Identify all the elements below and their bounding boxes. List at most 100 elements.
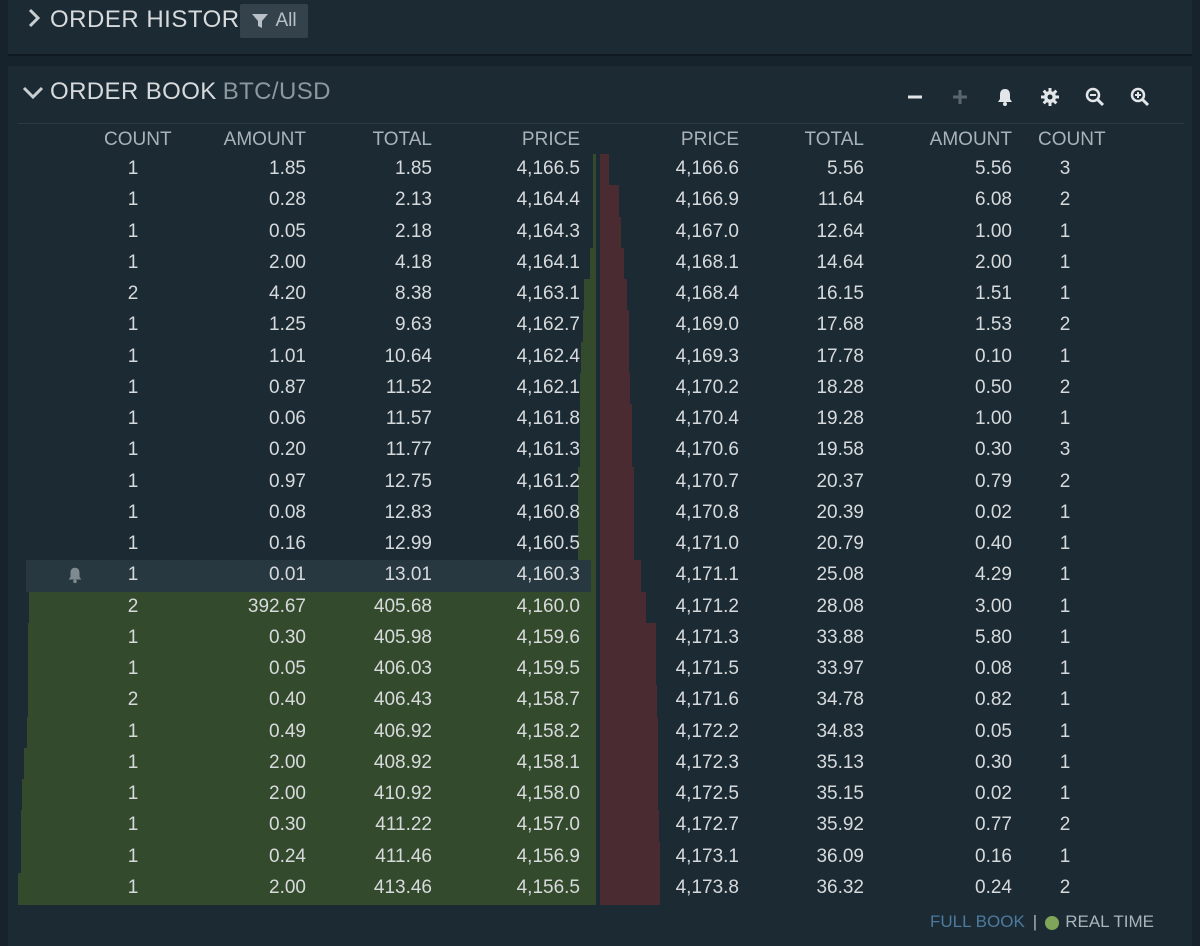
ask-count: 1 <box>1059 658 1071 679</box>
ask-count: 1 <box>1059 626 1071 648</box>
order-book-row[interactable]: 1 0.01 13.01 4,160.3 4,171.1 25.08 4.29 1 <box>8 560 1192 591</box>
order-book-row[interactable]: 1 0.08 12.83 4,160.8 4,170.8 20.39 0.02 1 <box>8 498 1192 529</box>
zoom-out-icon[interactable] <box>1072 84 1117 110</box>
order-book-row[interactable]: 1 0.06 11.57 4,161.8 4,170.4 19.28 1.00 1 <box>8 404 1192 435</box>
bid-total: 410.92 <box>373 783 432 804</box>
ask-amount: 0.16 <box>975 845 1012 867</box>
bid-amount: 0.01 <box>269 564 306 586</box>
header-bid-count: COUNT <box>104 129 172 150</box>
order-book-row[interactable]: 2 0.40 406.43 4,158.7 4,171.6 34.78 0.82 1 <box>8 685 1192 716</box>
bid-total: 11.77 <box>385 439 432 461</box>
ask-total: 36.09 <box>816 845 864 867</box>
order-book-row[interactable]: 1 0.28 2.13 4,164.4 4,166.9 11.64 6.08 2 <box>8 185 1192 216</box>
ask-count: 1 <box>1059 595 1071 617</box>
bid-price: 4,162.7 <box>516 314 580 336</box>
order-book-row[interactable]: 2 392.67 405.68 4,160.0 4,171.2 28.08 3.00 1 <box>8 592 1192 623</box>
ask-price: 4,172.5 <box>675 783 739 804</box>
ask-count: 1 <box>1059 501 1071 523</box>
order-book-row[interactable]: 1 0.24 411.46 4,156.9 4,173.1 36.09 0.16 1 <box>8 842 1192 873</box>
minus-icon[interactable] <box>892 84 937 110</box>
bid-count: 1 <box>127 751 139 773</box>
order-book-row[interactable]: 1 1.01 10.64 4,162.4 4,169.3 17.78 0.10 1 <box>8 342 1192 373</box>
order-book-row[interactable]: 1 2.00 413.46 4,156.5 4,173.8 36.32 0.24 2 <box>8 873 1192 904</box>
ask-total: 18.28 <box>816 376 864 398</box>
bid-price: 4,162.4 <box>516 345 580 367</box>
ask-price: 4,168.4 <box>675 283 739 304</box>
bid-count: 1 <box>127 783 139 804</box>
chevron-right-icon[interactable] <box>22 4 46 32</box>
bid-amount: 1.01 <box>269 345 306 367</box>
ask-price: 4,171.6 <box>675 689 739 711</box>
bid-count: 1 <box>127 876 139 898</box>
realtime-status-dot <box>1045 915 1060 930</box>
bid-total: 13.01 <box>384 564 432 586</box>
ask-total: 33.97 <box>816 658 864 679</box>
full-book-link[interactable]: FULL BOOK <box>930 912 1025 931</box>
ask-price: 4,172.3 <box>675 751 739 773</box>
order-book-row[interactable]: 1 0.05 406.03 4,159.5 4,171.5 33.97 0.08 1 <box>8 654 1192 685</box>
filter-button[interactable]: All <box>240 4 308 38</box>
ask-total: 35.92 <box>816 814 864 836</box>
bid-total: 411.46 <box>375 845 432 867</box>
ask-count: 2 <box>1059 470 1071 492</box>
ask-amount: 0.10 <box>975 345 1012 367</box>
ask-total: 17.68 <box>816 314 864 336</box>
bid-count: 1 <box>127 251 139 273</box>
bid-count: 1 <box>127 533 139 554</box>
chevron-down-icon[interactable] <box>20 80 46 104</box>
ask-count: 2 <box>1059 876 1071 898</box>
bid-amount: 0.97 <box>269 470 306 492</box>
order-book-row[interactable]: 1 1.85 1.85 4,166.5 4,166.6 5.56 5.56 3 <box>8 154 1192 185</box>
bid-price: 4,161.3 <box>516 439 580 461</box>
ask-amount: 0.30 <box>975 439 1012 461</box>
bid-count: 1 <box>127 658 139 679</box>
bid-price: 4,166.5 <box>516 158 580 179</box>
gear-icon[interactable] <box>1027 84 1072 110</box>
bid-amount: 0.49 <box>269 720 306 742</box>
order-book-row[interactable]: 1 0.05 2.18 4,164.3 4,167.0 12.64 1.00 1 <box>8 217 1192 248</box>
order-history-title[interactable]: ORDER HISTORY <box>50 6 256 34</box>
footer-separator: | <box>1032 912 1038 931</box>
order-book-row[interactable]: 1 1.25 9.63 4,162.7 4,169.0 17.68 1.53 2 <box>8 310 1192 341</box>
bid-price: 4,164.4 <box>516 189 580 211</box>
order-book-row[interactable]: 1 0.87 11.52 4,162.1 4,170.2 18.28 0.50 2 <box>8 373 1192 404</box>
plus-icon[interactable] <box>937 84 982 110</box>
ask-amount: 2.00 <box>975 251 1012 273</box>
ask-price: 4,173.8 <box>675 876 739 898</box>
bid-amount: 0.30 <box>269 626 306 648</box>
ask-total: 19.58 <box>816 439 864 461</box>
ask-price: 4,171.0 <box>675 533 739 554</box>
bid-count: 1 <box>127 314 139 336</box>
ask-amount: 0.79 <box>975 470 1012 492</box>
order-book-row[interactable]: 1 0.49 406.92 4,158.2 4,172.2 34.83 0.05 1 <box>8 717 1192 748</box>
ask-count: 1 <box>1059 845 1071 867</box>
order-history-panel: ORDER HISTORY All <box>8 0 1192 56</box>
bell-icon[interactable] <box>982 84 1027 110</box>
bid-price: 4,160.5 <box>516 533 580 554</box>
bid-count: 1 <box>127 439 139 461</box>
order-book-title[interactable]: ORDER BOOK BTC/USD <box>50 78 331 106</box>
ask-price: 4,172.7 <box>675 814 739 836</box>
bid-total: 2.13 <box>395 189 432 211</box>
real-time-label[interactable]: REAL TIME <box>1065 912 1154 931</box>
ask-amount: 0.02 <box>975 501 1012 523</box>
order-book-row[interactable]: 2 4.20 8.38 4,163.1 4,168.4 16.15 1.51 1 <box>8 279 1192 310</box>
zoom-in-icon[interactable] <box>1117 84 1162 110</box>
bid-total: 405.68 <box>373 595 432 617</box>
bid-amount: 2.00 <box>269 751 306 773</box>
order-book-row[interactable]: 1 0.30 411.22 4,157.0 4,172.7 35.92 0.77 2 <box>8 810 1192 841</box>
ask-count: 1 <box>1059 751 1071 773</box>
order-book-row[interactable]: 1 0.97 12.75 4,161.2 4,170.7 20.37 0.79 2 <box>8 467 1192 498</box>
order-book-row[interactable]: 1 0.30 405.98 4,159.6 4,171.3 33.88 5.80 1 <box>8 623 1192 654</box>
bid-price: 4,156.9 <box>516 845 580 867</box>
bid-price: 4,163.1 <box>516 283 580 304</box>
order-book-row[interactable]: 1 0.20 11.77 4,161.3 4,170.6 19.58 0.30 3 <box>8 435 1192 466</box>
bid-price: 4,158.2 <box>516 720 580 742</box>
bid-total: 11.57 <box>385 408 432 429</box>
order-book-row[interactable]: 1 0.16 12.99 4,160.5 4,171.0 20.79 0.40 1 <box>8 529 1192 560</box>
order-book-row[interactable]: 1 2.00 4.18 4,164.1 4,168.1 14.64 2.00 1 <box>8 248 1192 279</box>
bid-count: 2 <box>127 595 139 617</box>
order-book-row[interactable]: 1 2.00 408.92 4,158.1 4,172.3 35.13 0.30 1 <box>8 748 1192 779</box>
order-book-row[interactable]: 1 2.00 410.92 4,158.0 4,172.5 35.15 0.02 1 <box>8 779 1192 810</box>
ask-amount: 1.00 <box>975 408 1012 429</box>
